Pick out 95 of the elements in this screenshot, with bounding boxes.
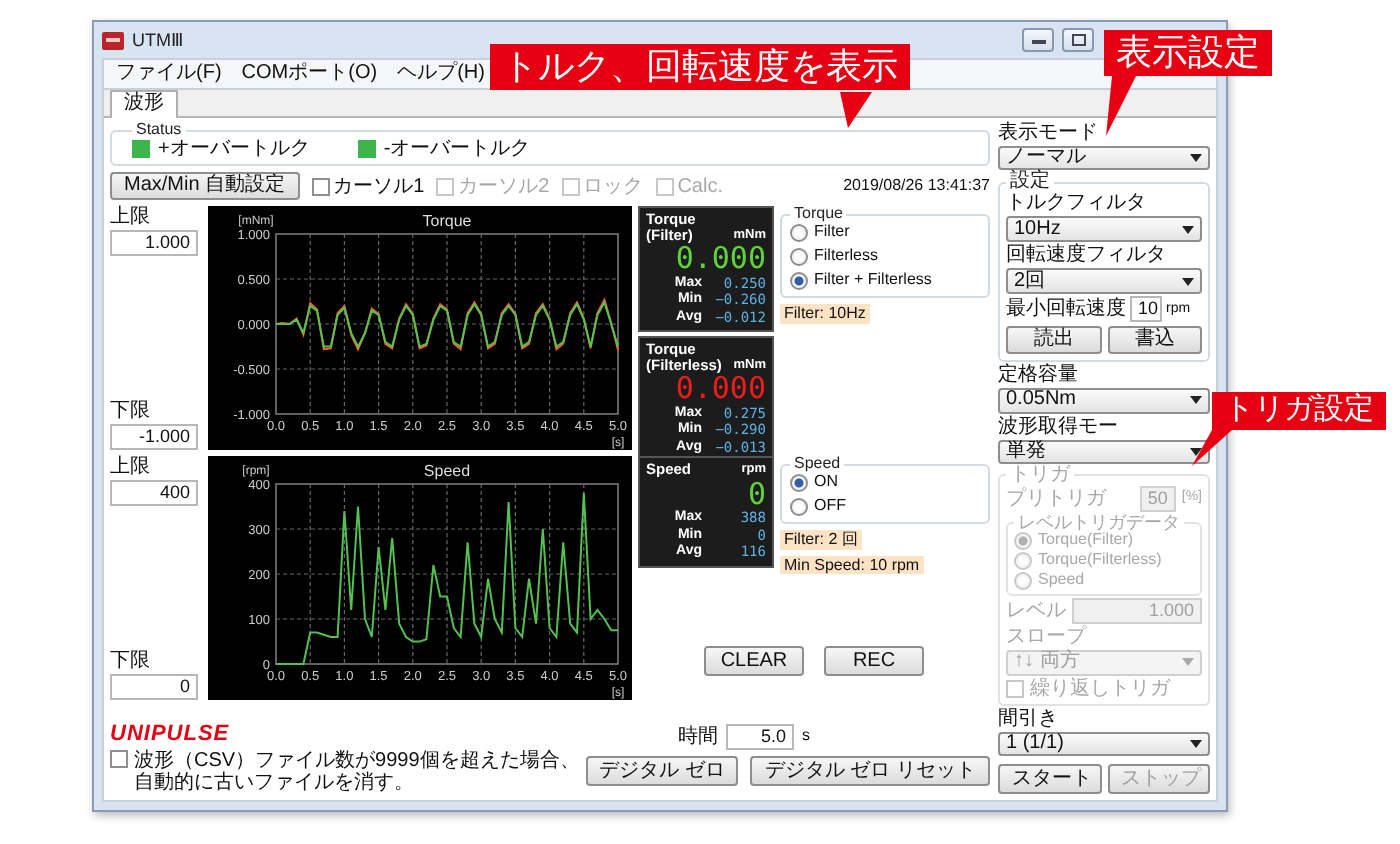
radio-button[interactable] xyxy=(790,272,808,290)
caret-icon xyxy=(1182,658,1194,667)
radio-button[interactable] xyxy=(790,498,808,516)
maximize-button[interactable] xyxy=(1062,28,1094,52)
checkbox-label: カーソル1 xyxy=(333,175,425,197)
field-label: トルクフィルタ xyxy=(1006,192,1148,215)
zero-button[interactable]: デジタル ゼロ xyxy=(585,756,739,786)
field-label: 回転速度フィルタ xyxy=(1006,244,1168,267)
readout-value: 0 xyxy=(745,477,766,510)
app-icon xyxy=(102,31,124,49)
dropdown[interactable]: 1 (1/1) xyxy=(998,731,1210,756)
indicator-label: -オーバートルク xyxy=(383,138,531,160)
dropdown[interactable]: 10Hz xyxy=(1006,216,1202,243)
group-title: レベルトリガデータ xyxy=(1016,513,1182,532)
caret-icon xyxy=(1190,739,1202,748)
checkbox[interactable] xyxy=(110,750,128,768)
radio-label: Torque(Filter) xyxy=(1038,531,1134,550)
menu-item[interactable]: ヘルプ(H) xyxy=(397,64,485,84)
tab[interactable]: 波形 xyxy=(110,90,178,118)
chart-title: Torque xyxy=(422,212,472,230)
field-label: 間引き xyxy=(998,707,1060,730)
radio-label: Filter + Filterless xyxy=(814,272,932,290)
logo: UNIPULSE xyxy=(110,724,230,746)
radio-button[interactable] xyxy=(790,248,808,266)
group-title: 設定 xyxy=(1008,172,1052,193)
caret-icon xyxy=(1190,447,1202,456)
radio-button[interactable] xyxy=(790,474,808,492)
field-label: 定格容量 xyxy=(998,364,1080,387)
field-label: スロープ xyxy=(1006,625,1089,648)
radio-label: Speed xyxy=(1038,571,1085,590)
zero-button[interactable]: デジタル ゼロ リセット xyxy=(750,756,990,786)
minimize-button[interactable] xyxy=(1022,28,1054,52)
checkbox-label: Calc. xyxy=(677,175,723,197)
run-button[interactable]: スタート xyxy=(998,764,1101,794)
record-button[interactable]: REC xyxy=(824,646,924,676)
radio-label: Filter xyxy=(814,224,850,242)
radio-label: Torque(Filterless) xyxy=(1038,551,1162,570)
checkbox-label: カーソル2 xyxy=(458,175,550,197)
callout-pointer xyxy=(836,92,876,128)
time-field[interactable]: 5.0 xyxy=(726,724,794,750)
readout-value: 0.000 xyxy=(675,242,766,275)
filter-note: Filter: 2 回 xyxy=(780,530,862,550)
dropdown[interactable]: 2回 xyxy=(1006,268,1202,295)
record-button[interactable]: CLEAR xyxy=(704,646,804,676)
filter-note: Filter: 10Hz xyxy=(780,304,870,324)
settings-button[interactable]: 読出 xyxy=(1006,326,1101,355)
limit-field[interactable]: 0 xyxy=(110,674,198,700)
group-title: トリガ xyxy=(1008,465,1073,486)
checkbox[interactable] xyxy=(311,177,330,195)
radio-label: OFF xyxy=(814,498,846,516)
minimize-icon xyxy=(1031,37,1045,43)
dropdown[interactable]: 0.05Nm xyxy=(998,388,1210,413)
time-label: 時間 xyxy=(678,726,718,748)
menu-item[interactable]: ファイル(F) xyxy=(116,64,222,84)
group-title: Speed xyxy=(792,456,843,472)
limit-label: 下限 xyxy=(110,650,150,672)
unit-label: s xyxy=(802,728,810,746)
checkbox-label: ロック xyxy=(583,175,644,197)
radio-label: Filterless xyxy=(814,248,879,266)
dropdown[interactable]: 単発 xyxy=(998,439,1210,464)
chart-title: Speed xyxy=(423,462,471,480)
caret-icon xyxy=(1182,277,1194,286)
caret-icon xyxy=(1190,154,1202,163)
group-title: Torque xyxy=(792,206,845,222)
field-label: プリトリガ xyxy=(1006,487,1106,510)
callout-pointer xyxy=(1192,430,1232,466)
radio-button[interactable] xyxy=(790,224,808,242)
settings-button[interactable]: 書込 xyxy=(1107,326,1202,355)
limit-label: 上限 xyxy=(110,456,150,478)
caret-icon xyxy=(1190,396,1202,405)
field-label: 波形取得モー xyxy=(998,415,1120,437)
readout-value: 0.000 xyxy=(675,372,766,405)
filter-note: Min Speed: 10 rpm xyxy=(780,555,924,575)
checkbox-label: 繰り返しトリガ xyxy=(1030,677,1170,700)
limit-label: 上限 xyxy=(110,206,150,228)
dropdown[interactable]: ノーマル xyxy=(998,146,1210,171)
limit-field[interactable]: 1.000 xyxy=(110,230,198,256)
menu-item[interactable]: COMポート(O) xyxy=(241,64,378,84)
window-title: UTMⅢ xyxy=(132,29,184,51)
callout-pointer xyxy=(1104,76,1136,136)
min-speed-field[interactable]: 10 xyxy=(1130,296,1162,323)
limit-field[interactable]: 400 xyxy=(110,480,198,506)
indicator-label: +オーバートルク xyxy=(158,138,310,160)
field-label: 最小回転速度 xyxy=(1006,298,1126,321)
caret-icon xyxy=(1182,225,1194,234)
radio-label: ON xyxy=(814,474,838,492)
limit-label: 下限 xyxy=(110,400,150,422)
limit-field[interactable]: -1.000 xyxy=(110,424,198,450)
auto-set-button[interactable]: Max/Min 自動設定 xyxy=(110,172,300,200)
timestamp: 2019/08/26 13:41:37 xyxy=(843,177,990,195)
maximize-icon xyxy=(1071,34,1085,46)
group-title: Status xyxy=(134,122,184,138)
field-label: 表示モード xyxy=(998,122,1100,144)
field-label: レベル xyxy=(1006,599,1066,622)
checkbox-label: 波形（CSV）ファイル数が9999個を超えた場合、自動的に古いファイルを消す。 xyxy=(134,750,582,794)
